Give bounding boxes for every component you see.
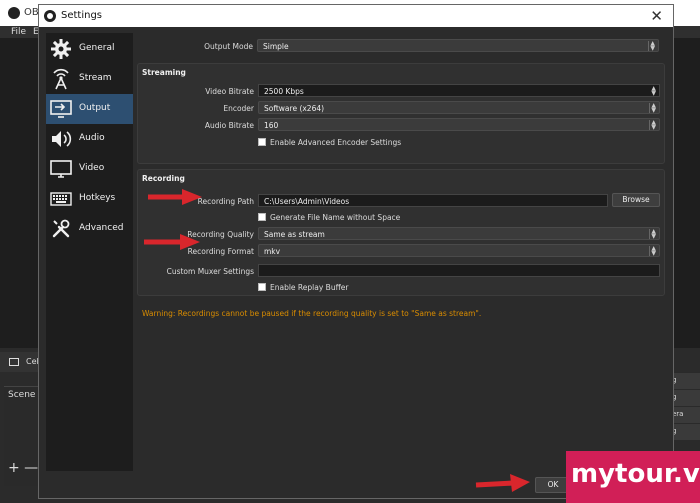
advanced-encoder-checkbox[interactable]: Enable Advanced Encoder Settings [258,138,401,147]
output-mode-label: Output Mode [204,42,253,51]
streaming-group: Streaming Video Bitrate 2500 Kbps ▲ ▼ Enc… [137,63,665,164]
spinner-icon[interactable]: ▲ ▼ [651,86,656,97]
sidebar-item-video[interactable]: Video [46,154,133,184]
settings-dialog: Settings ✕ General Stream Output Audio V… [38,4,674,499]
recording-group: Recording Recording Path C:\Users\Admin\… [137,169,665,296]
encoder-select[interactable]: Software (x264) ▲ ▼ [258,101,660,114]
speaker-icon [49,127,73,151]
sidebar-item-label: Video [79,163,105,173]
no-space-label: Generate File Name without Space [270,213,401,222]
monitor-icon [49,157,73,181]
sidebar-item-audio[interactable]: Audio [46,124,133,154]
no-space-checkbox[interactable]: Generate File Name without Space [258,213,400,222]
source-item[interactable]: era [670,407,700,423]
source-item[interactable]: g [670,373,700,389]
output-mode-value: Simple [263,42,289,51]
red-arrow-icon [475,474,530,492]
scene-toolbar-label: Cel [26,357,39,366]
sidebar-item-label: Stream [79,73,112,83]
advanced-encoder-label: Enable Advanced Encoder Settings [270,138,402,147]
audio-bitrate-select[interactable]: 160 ▲ ▼ [258,118,660,131]
red-arrow-icon [148,189,202,205]
recording-format-select[interactable]: mkv ▲ ▼ [258,244,660,257]
sidebar-item-advanced[interactable]: Advanced [46,214,133,244]
scenes-header: Scene [8,390,36,400]
screen-icon [9,358,19,366]
keyboard-icon [49,187,73,211]
chevron-updown-icon: ▲ ▼ [648,41,655,52]
recording-path-value: C:\Users\Admin\Videos [264,197,350,206]
sidebar-item-output[interactable]: Output [46,94,133,124]
custom-muxer-input[interactable] [258,264,660,277]
red-arrow-icon [144,234,200,250]
warning-text: Warning: Recordings cannot be paused if … [142,309,482,318]
chevron-updown-icon: ▲ ▼ [649,246,656,257]
checkbox-icon [258,213,266,221]
scene-toolbar: Cel [0,352,40,372]
sidebar-item-label: Output [79,103,111,113]
sidebar-item-label: Advanced [79,223,124,233]
sidebar-item-label: Hotkeys [79,193,116,203]
menu-file[interactable]: File [11,27,26,37]
obs-logo-icon [8,7,20,19]
obs-logo-icon [44,10,56,22]
recording-quality-value: Same as stream [264,230,325,239]
tools-icon [49,217,73,241]
output-mode-select[interactable]: Simple ▲ ▼ [257,39,659,52]
recording-quality-select[interactable]: Same as stream ▲ ▼ [258,227,660,240]
encoder-label: Encoder [223,104,254,113]
checkbox-icon [258,138,266,146]
video-bitrate-label: Video Bitrate [205,87,254,96]
custom-muxer-label: Custom Muxer Settings [166,267,254,276]
sidebar-item-stream[interactable]: Stream [46,64,133,94]
close-icon[interactable]: ✕ [650,7,663,25]
chevron-updown-icon: ▲ ▼ [649,120,656,131]
sidebar-item-hotkeys[interactable]: Hotkeys [46,184,133,214]
add-scene-button[interactable]: + — [8,460,38,476]
settings-sidebar: General Stream Output Audio Video Hotkey… [46,33,133,471]
watermark-logo: mytour.vn [566,451,700,503]
checkbox-icon [258,283,266,291]
audio-bitrate-value: 160 [264,121,279,130]
monitor-output-icon [49,97,73,121]
source-item[interactable]: g [670,390,700,406]
sidebar-item-general[interactable]: General [46,34,133,64]
video-bitrate-value: 2500 Kbps [264,87,304,96]
chevron-updown-icon: ▲ ▼ [649,103,656,114]
sidebar-item-label: General [79,43,115,53]
gear-icon [49,37,73,61]
chevron-updown-icon: ▲ ▼ [649,229,656,240]
replay-buffer-label: Enable Replay Buffer [270,283,349,292]
encoder-value: Software (x264) [264,104,325,113]
dialog-title: Settings [61,10,103,21]
streaming-title: Streaming [142,68,186,77]
audio-bitrate-label: Audio Bitrate [204,121,254,130]
video-bitrate-input[interactable]: 2500 Kbps ▲ ▼ [258,84,660,97]
dialog-titlebar: Settings ✕ [39,5,673,27]
replay-buffer-checkbox[interactable]: Enable Replay Buffer [258,283,348,292]
sidebar-item-label: Audio [79,133,105,143]
recording-title: Recording [142,174,185,183]
recording-path-input[interactable]: C:\Users\Admin\Videos [258,194,608,207]
recording-format-value: mkv [264,247,281,256]
browse-button[interactable]: Browse [612,193,660,207]
source-item[interactable]: g [670,424,700,440]
antenna-icon [49,67,73,91]
